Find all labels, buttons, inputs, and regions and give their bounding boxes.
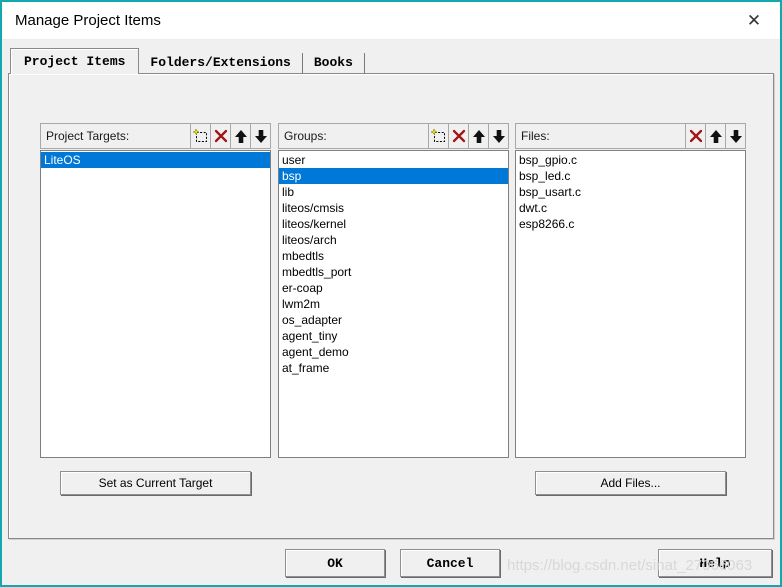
group-list-item[interactable]: user <box>279 152 508 168</box>
file-list-item[interactable]: esp8266.c <box>516 216 745 232</box>
move-down-icon[interactable] <box>725 124 745 148</box>
group-list-item[interactable]: mbedtls <box>279 248 508 264</box>
targets-label: Project Targets: <box>46 129 130 143</box>
file-list-item[interactable]: dwt.c <box>516 200 745 216</box>
move-up-icon[interactable] <box>705 124 725 148</box>
set-as-current-target-button[interactable]: Set as Current Target <box>60 471 251 495</box>
group-list-item[interactable]: er-coap <box>279 280 508 296</box>
files-list[interactable]: bsp_gpio.c bsp_led.c bsp_usart.c dwt.c esp82… <box>515 150 746 458</box>
group-list-item[interactable]: lwm2m <box>279 296 508 312</box>
groups-label: Groups: <box>284 129 327 143</box>
group-list-item[interactable]: at_frame <box>279 360 508 376</box>
tab-strip: Project Items Folders/Extensions Books <box>10 48 365 74</box>
manage-project-items-dialog: Manage Project Items ✕ Project Items Fol… <box>0 0 782 587</box>
group-list-item[interactable]: agent_tiny <box>279 328 508 344</box>
move-up-icon[interactable] <box>230 124 250 148</box>
group-list-item[interactable]: bsp <box>279 168 508 184</box>
targets-list[interactable]: LiteOS <box>40 150 271 458</box>
groups-list[interactable]: user bsp lib liteos/cmsis liteos/kernel liteo… <box>278 150 509 458</box>
add-files-button[interactable]: Add Files... <box>535 471 726 495</box>
new-item-icon[interactable] <box>190 124 210 148</box>
file-list-item[interactable]: bsp_usart.c <box>516 184 745 200</box>
tab-page: Project Targets: LiteOS Set as Current T… <box>8 73 774 539</box>
dialog-title: Manage Project Items <box>15 12 161 29</box>
move-down-icon[interactable] <box>250 124 270 148</box>
group-list-item[interactable]: liteos/arch <box>279 232 508 248</box>
file-list-item[interactable]: bsp_led.c <box>516 168 745 184</box>
cancel-button[interactable]: Cancel <box>400 549 500 577</box>
tab-project-items[interactable]: Project Items <box>10 48 140 74</box>
delete-icon[interactable] <box>685 124 705 148</box>
delete-icon[interactable] <box>210 124 230 148</box>
delete-icon[interactable] <box>448 124 468 148</box>
group-list-item[interactable]: agent_demo <box>279 344 508 360</box>
move-up-icon[interactable] <box>468 124 488 148</box>
targets-header: Project Targets: <box>40 123 271 149</box>
group-list-item[interactable]: os_adapter <box>279 312 508 328</box>
help-button[interactable]: Help <box>658 549 772 577</box>
group-list-item[interactable]: liteos/cmsis <box>279 200 508 216</box>
file-list-item[interactable]: bsp_gpio.c <box>516 152 745 168</box>
tab-books[interactable]: Books <box>303 53 365 74</box>
files-header: Files: <box>515 123 746 149</box>
files-label: Files: <box>521 129 550 143</box>
tab-folders-extensions[interactable]: Folders/Extensions <box>139 53 303 74</box>
group-list-item[interactable]: liteos/kernel <box>279 216 508 232</box>
titlebar: Manage Project Items <box>2 2 780 40</box>
close-icon[interactable]: ✕ <box>742 9 766 33</box>
move-down-icon[interactable] <box>488 124 508 148</box>
groups-header: Groups: <box>278 123 509 149</box>
target-list-item[interactable]: LiteOS <box>41 152 270 168</box>
group-list-item[interactable]: lib <box>279 184 508 200</box>
new-item-icon[interactable] <box>428 124 448 148</box>
group-list-item[interactable]: mbedtls_port <box>279 264 508 280</box>
ok-button[interactable]: OK <box>285 549 385 577</box>
